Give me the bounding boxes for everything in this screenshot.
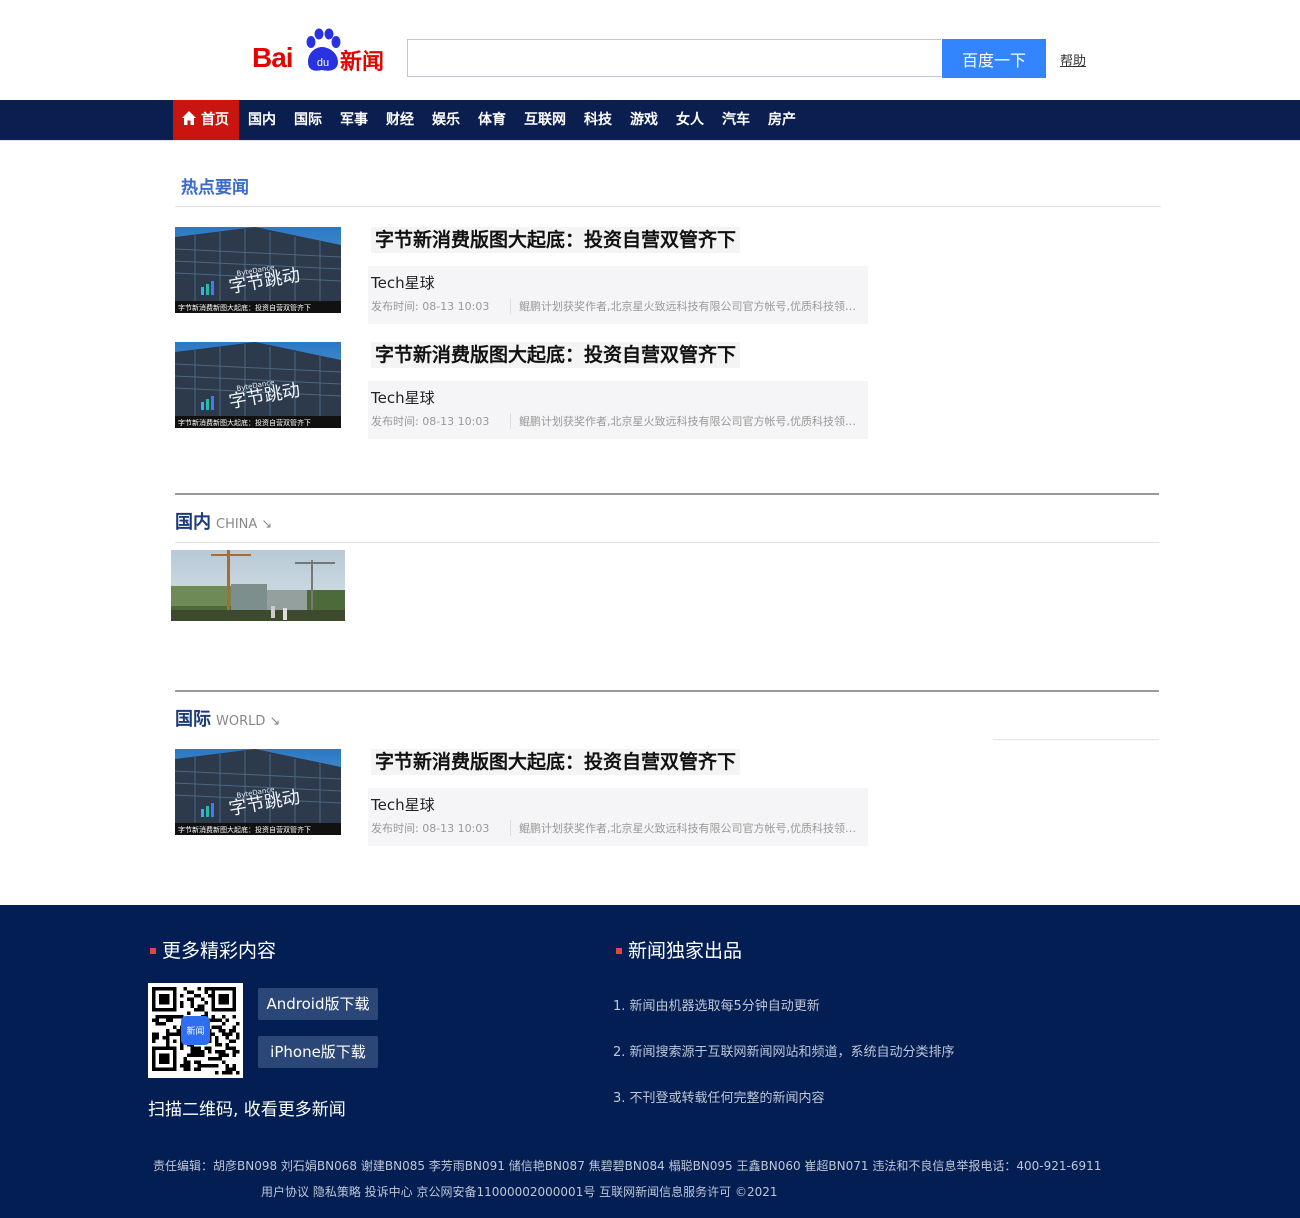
- nav-item-label: 女人: [676, 112, 704, 128]
- nav-item-label: 娱乐: [432, 112, 460, 128]
- exclusive-title: 新闻独家出品: [616, 936, 742, 963]
- nav-item-label: 国内: [248, 112, 276, 128]
- news-source[interactable]: Tech星球: [371, 272, 435, 293]
- logo-text-du: du: [317, 57, 329, 69]
- news-meta: Tech星球发布时间: 08-13 10:03 鲲鹏计划获奖作者,北京星火致远科技…: [368, 788, 868, 846]
- news-source[interactable]: Tech星球: [371, 794, 435, 815]
- qr-code: 新闻: [148, 983, 243, 1078]
- news-source[interactable]: Tech星球: [371, 387, 435, 408]
- news-description: 鲲鹏计划获奖作者,北京星火致远科技有限公司官方帐号,优质科技领域创作者: [510, 820, 864, 836]
- qr-center-label: 新闻: [186, 1025, 204, 1037]
- nav-item[interactable]: 体育: [469, 100, 515, 140]
- search-button[interactable]: 百度一下: [942, 39, 1046, 78]
- iphone-download-button[interactable]: iPhone版下载: [258, 1036, 378, 1068]
- baidu-news-logo[interactable]: Bai du 新闻: [250, 28, 390, 75]
- nav-item-label: 汽车: [722, 112, 750, 128]
- news-time: 发布时间: 08-13 10:03: [371, 415, 490, 428]
- china-section-title[interactable]: 国内 CHINA ↘: [175, 508, 272, 534]
- footer-links[interactable]: 用户协议 隐私策略 投诉中心 京公网安备11000002000001号 互联网新…: [261, 1183, 778, 1200]
- thumb-caption: 字节新消费新图大起底：投资自营双管齐下: [178, 418, 311, 427]
- nav-item-label: 军事: [340, 112, 368, 128]
- logo-text-bai: Bai: [252, 42, 294, 73]
- nav-item[interactable]: 游戏: [621, 100, 667, 140]
- section-divider: [175, 493, 1159, 495]
- channel-nav: 首页 国内 国际 军事 财经 娱乐 体育 互联网 科技 游戏 女人 汽车 房产: [0, 100, 1300, 141]
- china-title-cn: 国内: [175, 512, 211, 533]
- nav-item-label: 财经: [386, 112, 414, 128]
- china-news-thumbnail[interactable]: [171, 550, 345, 621]
- nav-item[interactable]: 军事: [331, 100, 377, 140]
- world-section-title[interactable]: 国际 WORLD ↘: [175, 705, 280, 731]
- section-divider: [175, 690, 1159, 692]
- android-download-button[interactable]: Android版下载: [258, 988, 378, 1020]
- news-time: 发布时间: 08-13 10:03: [371, 822, 490, 835]
- help-link[interactable]: 帮助: [1060, 50, 1086, 69]
- news-headline-link[interactable]: 字节新消费版图大起底：投资自营双管齐下: [371, 749, 741, 775]
- nav-item[interactable]: 女人: [667, 100, 713, 140]
- news-thumbnail[interactable]: ByteDance 字节跳动 字节新消费新图大起底：投资自营双管齐下: [175, 227, 341, 313]
- footer-note-2: 2. 新闻搜索源于互联网新闻网站和频道，系统自动分类排序: [613, 1045, 955, 1060]
- world-title-cn: 国际: [175, 709, 211, 730]
- nav-item[interactable]: 娱乐: [423, 100, 469, 140]
- divider: [175, 206, 1161, 207]
- scan-qr-text: 扫描二维码, 收看更多新闻: [148, 1100, 346, 1120]
- nav-item-label: 体育: [478, 112, 506, 128]
- bullet-square-icon: [150, 948, 156, 954]
- nav-item[interactable]: 国际: [285, 100, 331, 140]
- news-item: ByteDance 字节跳动 字节新消费新图大起底：投资自营双管齐下 字节新消费版图大…: [175, 227, 875, 327]
- nav-item-label: 国际: [294, 112, 322, 128]
- search-input[interactable]: [407, 39, 941, 77]
- nav-item-label: 房产: [768, 112, 796, 128]
- news-time: 发布时间: 08-13 10:03: [371, 300, 490, 313]
- news-meta: Tech星球发布时间: 08-13 10:03 鲲鹏计划获奖作者,北京星火致远科技…: [368, 381, 868, 439]
- thumb-caption: 字节新消费新图大起底：投资自营双管齐下: [178, 825, 311, 834]
- nav-item[interactable]: 互联网: [515, 100, 575, 140]
- news-description: 鲲鹏计划获奖作者,北京星火致远科技有限公司官方帐号,优质科技领域创作者: [510, 298, 864, 314]
- nav-item-label: 互联网: [524, 112, 566, 128]
- hot-news-title: 热点要闻: [181, 178, 249, 198]
- home-icon: [182, 111, 196, 125]
- news-thumbnail[interactable]: ByteDance 字节跳动 字节新消费新图大起底：投资自营双管齐下: [175, 342, 341, 428]
- nav-item-label: 首页: [201, 112, 229, 128]
- news-item: ByteDance 字节跳动 字节新消费新图大起底：投资自营双管齐下 字节新消费版图大…: [175, 342, 875, 442]
- logo-text-news: 新闻: [340, 50, 385, 75]
- footer-note-3: 3. 不刊登或转载任何完整的新闻内容: [613, 1091, 825, 1106]
- nav-item[interactable]: 汽车: [713, 100, 759, 140]
- divider: [993, 739, 1159, 740]
- paw-icon: du: [306, 28, 341, 71]
- news-thumbnail[interactable]: ByteDance 字节跳动 字节新消费新图大起底：投资自营双管齐下: [175, 749, 341, 835]
- news-item: ByteDance 字节跳动 字节新消费新图大起底：投资自营双管齐下 字节新消费版图大…: [175, 749, 875, 849]
- bullet-square-icon: [616, 948, 622, 954]
- news-description: 鲲鹏计划获奖作者,北京星火致远科技有限公司官方帐号,优质科技领域创作者: [510, 413, 864, 429]
- editor-credits: 责任编辑：胡彦BN098 刘石娟BN068 谢建BN085 李芳雨BN091 储…: [153, 1159, 1102, 1173]
- nav-list: 首页 国内 国际 军事 财经 娱乐 体育 互联网 科技 游戏 女人 汽车 房产: [173, 100, 805, 140]
- china-title-en: CHINA ↘: [216, 517, 273, 532]
- news-headline-link[interactable]: 字节新消费版图大起底：投资自营双管齐下: [371, 227, 741, 253]
- nav-item-label: 科技: [584, 112, 612, 128]
- footer-note-1: 1. 新闻由机器选取每5分钟自动更新: [613, 999, 820, 1014]
- nav-item[interactable]: 首页: [173, 100, 239, 140]
- nav-item[interactable]: 财经: [377, 100, 423, 140]
- more-content-title: 更多精彩内容: [150, 936, 276, 963]
- nav-item-label: 游戏: [630, 112, 658, 128]
- footer: 更多精彩内容 新闻独家出品 新闻 Android版下载 iPhone版下载 扫描…: [0, 905, 1300, 1218]
- world-title-en: WORLD ↘: [216, 714, 281, 729]
- nav-item[interactable]: 科技: [575, 100, 621, 140]
- thumb-caption: 字节新消费新图大起底：投资自营双管齐下: [178, 303, 311, 312]
- divider: [175, 542, 1159, 543]
- news-headline-link[interactable]: 字节新消费版图大起底：投资自营双管齐下: [371, 342, 741, 368]
- news-meta: Tech星球发布时间: 08-13 10:03 鲲鹏计划获奖作者,北京星火致远科技…: [368, 266, 868, 324]
- nav-item[interactable]: 房产: [759, 100, 805, 140]
- nav-item[interactable]: 国内: [239, 100, 285, 140]
